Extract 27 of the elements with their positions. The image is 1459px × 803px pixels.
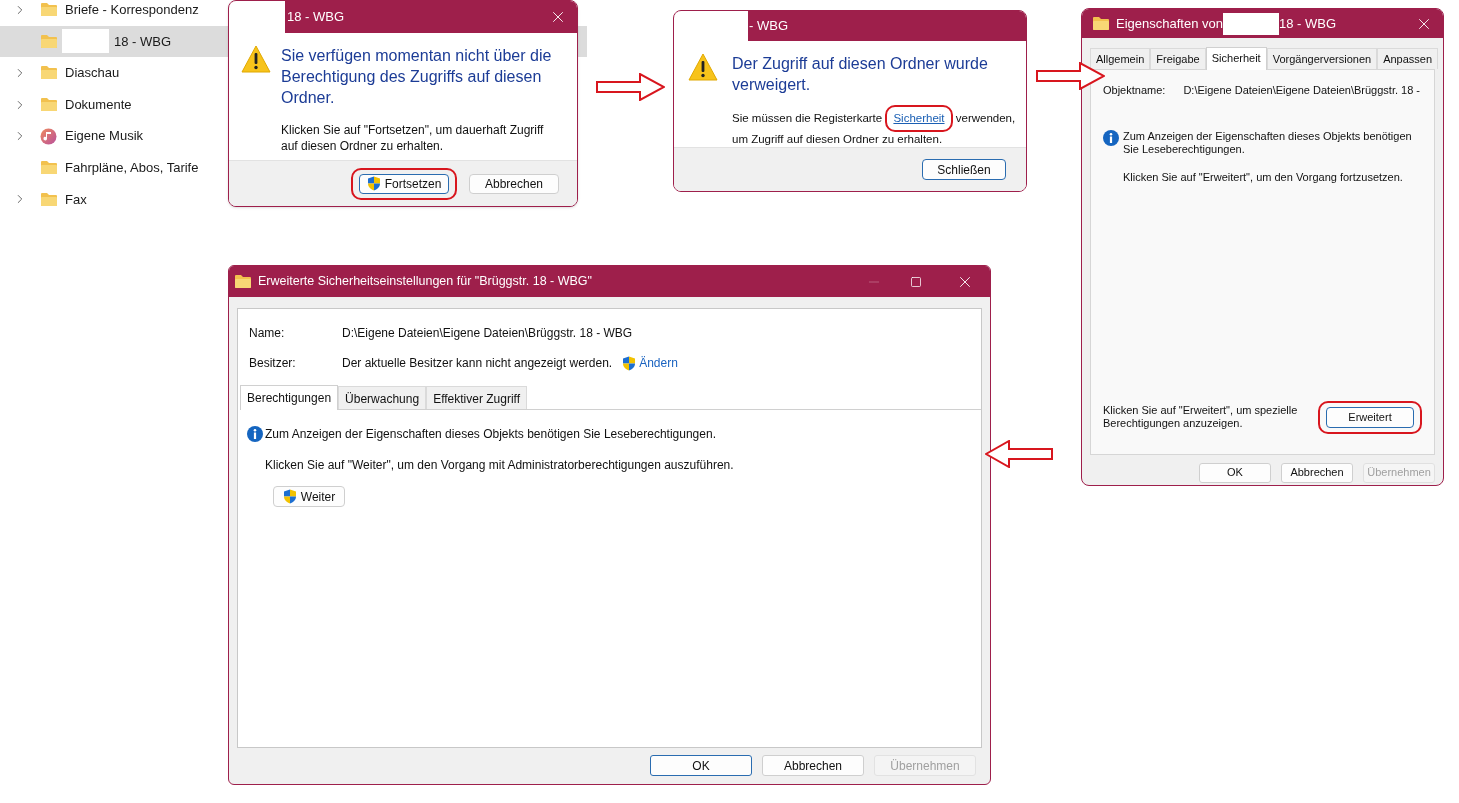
tree-item-label: Fahrpläne, Abos, Tarife [65, 158, 199, 177]
advanced-text: Klicken Sie auf "Erweitert", um spezielle Berechtigungen anzuzeigen. [1103, 404, 1299, 430]
info-text: Zum Anzeigen der Eigenschaften dieses Objekts benötigen Sie Leseberechtigungen. [265, 426, 716, 443]
tree-item-label: Fax [65, 190, 87, 209]
tree-item-label: Diaschau [65, 64, 120, 83]
window-title: Erweiterte Sicherheitseinstellungen für "Brüggstr. 18 - WBG" [258, 273, 593, 291]
tree-item-label: Eigene Musik [65, 127, 144, 146]
field-label: Objektname: [1103, 82, 1166, 98]
tree-item-label: Briefe - Korrespondenz [65, 1, 199, 20]
dialog-message: Klicken Sie auf "Fortsetzen", um dauerhaft Zugriff auf diesen Ordner zu erhalten. [281, 122, 545, 154]
window-title: 18 - WBG [287, 8, 345, 27]
dialog-message: Sie müssen die Registerkarte Sicherheit verwenden, um Zugriff auf diesen Ordner zu erhalten. [732, 105, 1016, 147]
hint-text: Klicken Sie auf "Weiter", um den Vorgang mit Administratorberechtigungen auszuführen. [265, 457, 735, 474]
window-title: - WBG [749, 17, 788, 36]
tree-item-label: Dokumente [65, 95, 132, 114]
field-value: Der aktuelle Besitzer kann nicht angezeigt werden. [342, 355, 613, 372]
field-value: D:\Eigene Dateien\Eigene Dateien\Brüggstr. 18 - [1183, 82, 1421, 98]
window-title: Eigenschaften von [1116, 14, 1223, 33]
tree-item-label: 18 - WBG [114, 32, 172, 51]
dialog-heading: Der Zugriff auf diesen Ordner wurde verweigert. [732, 54, 989, 95]
field-label: Name: [249, 325, 286, 342]
dialog-heading: Sie verfügen momentan nicht über die Berechtigung des Zugriffs auf diesen Ordner. [281, 46, 553, 108]
info-text: Zum Anzeigen der Eigenschaften dieses Objekts benötigen Sie Leseberechtigungen. [1123, 130, 1413, 156]
window-title: 18 - WBG [1278, 14, 1337, 33]
field-value: D:\Eigene Dateien\Eigene Dateien\Brüggstr. 18 - WBG [342, 325, 633, 342]
hint-text: Klicken Sie auf "Erweitert", um den Vorgang fortzusetzen. [1123, 170, 1404, 185]
field-label: Besitzer: [249, 355, 297, 372]
